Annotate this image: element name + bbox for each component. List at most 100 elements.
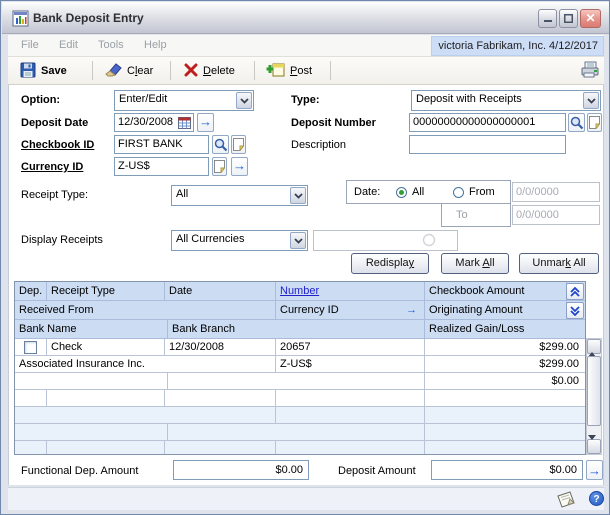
receipt-type-combo[interactable]: All <box>171 185 308 206</box>
record-row-main[interactable]: Check 12/30/2008 20657 $299.00 <box>15 339 585 356</box>
menu-tools[interactable]: Tools <box>98 39 124 51</box>
print-button[interactable] <box>576 60 604 82</box>
user-context-bar[interactable]: victoria Fabrikam, Inc. 4/12/2017 <box>431 36 604 56</box>
save-button[interactable]: Save <box>16 60 71 82</box>
date-filter-label: Date: <box>354 186 381 198</box>
cell-originating-amount[interactable]: $299.00 <box>425 356 585 373</box>
option-combo[interactable]: Enter/Edit <box>114 90 254 111</box>
currency-note-button[interactable] <box>212 157 227 176</box>
type-combo[interactable]: Deposit with Receipts <box>411 90 601 111</box>
chevron-down-icon[interactable] <box>236 92 252 109</box>
currency-expand-button[interactable]: → <box>231 157 248 176</box>
cell-received-from[interactable]: Associated Insurance Inc. <box>15 356 276 373</box>
close-button[interactable]: ✕ <box>580 9 601 28</box>
deposit-number-note-button[interactable] <box>587 113 602 132</box>
redisplay-button[interactable]: Redisplay <box>351 253 429 274</box>
checkbook-lookup-button[interactable] <box>212 135 229 154</box>
note-icon[interactable] <box>554 490 576 512</box>
currency-id-field[interactable]: Z-US$ <box>114 157 209 176</box>
unmark-all-button[interactable]: Unmark All <box>519 253 599 274</box>
checkbook-note-button[interactable] <box>231 135 246 154</box>
deposit-number-lookup-button[interactable] <box>568 113 585 132</box>
help-icon[interactable]: ? <box>589 491 604 506</box>
cell-receipt-type[interactable]: Check <box>47 339 165 356</box>
arrow-right-icon[interactable]: → <box>406 301 417 319</box>
cell-checkbook-amount[interactable]: $299.00 <box>425 339 585 356</box>
title-bar: Bank Deposit Entry ✕ <box>2 2 609 34</box>
menu-edit[interactable]: Edit <box>59 39 78 51</box>
empty-cell <box>47 441 165 454</box>
scroll-down-button[interactable] <box>587 435 601 454</box>
magnifier-icon <box>569 116 584 130</box>
receipts-grid: Dep. Receipt Type Date Number Checkbook … <box>14 281 602 455</box>
chevron-down-icon[interactable] <box>290 232 306 249</box>
grid-header-row-2: Received From Currency ID → Originating … <box>15 301 585 320</box>
deposit-number-field[interactable]: 00000000000000000001 <box>409 113 566 132</box>
deposit-amount-field: $0.00 <box>431 460 583 480</box>
grid-body: Dep. Receipt Type Date Number Checkbook … <box>14 281 586 455</box>
empty-cell <box>276 390 425 407</box>
deposit-date-expand-button[interactable]: → <box>197 113 214 132</box>
note-icon <box>588 116 601 129</box>
empty-cell <box>168 424 425 441</box>
cell-currency-id[interactable]: Z-US$ <box>276 356 425 373</box>
menu-help[interactable]: Help <box>144 39 167 51</box>
checkbook-id-label[interactable]: Checkbook ID <box>21 139 94 151</box>
cell-realized-gain-loss[interactable]: $0.00 <box>425 373 585 390</box>
date-all-radio[interactable] <box>396 187 407 198</box>
header-number-cell: Number <box>276 282 425 301</box>
dep-checkbox[interactable] <box>24 341 37 354</box>
currency-id-label[interactable]: Currency ID <box>21 161 83 173</box>
checkbook-id-field[interactable]: FIRST BANK <box>114 135 209 154</box>
cell-number[interactable]: 20657 <box>276 339 425 356</box>
empty-cell <box>276 407 425 424</box>
header-dep: Dep. <box>15 282 47 301</box>
menu-file[interactable]: File <box>21 39 39 51</box>
header-realized-gain-loss: Realized Gain/Loss <box>425 320 585 339</box>
header-checkbook-amount: Checkbook Amount <box>425 282 567 301</box>
calendar-icon[interactable] <box>178 116 191 131</box>
record-row-detail-2[interactable]: $0.00 <box>15 373 585 390</box>
cell-bank-branch[interactable] <box>168 373 425 390</box>
functional-dep-amount-field: $0.00 <box>173 460 309 480</box>
empty-row[interactable] <box>15 390 585 407</box>
empty-row[interactable] <box>15 441 585 454</box>
header-originating-amount: Originating Amount <box>425 301 567 320</box>
deposit-number-label: Deposit Number <box>291 117 376 129</box>
deposit-amount-expand-button[interactable]: → <box>586 460 603 480</box>
expand-rows-button[interactable] <box>566 302 584 319</box>
scroll-thumb[interactable] <box>587 356 601 426</box>
deposit-date-label: Deposit Date <box>21 117 89 129</box>
minimize-button[interactable] <box>538 9 557 28</box>
clear-label: Clear <box>127 65 154 77</box>
delete-button[interactable]: Delete <box>180 60 239 82</box>
collapse-rows-button[interactable] <box>566 283 584 300</box>
delete-x-icon <box>184 63 198 80</box>
mark-all-button[interactable]: Mark All <box>441 253 509 274</box>
scroll-up-button[interactable] <box>587 339 601 357</box>
empty-cell <box>165 441 276 454</box>
empty-row[interactable] <box>15 424 585 441</box>
triangle-up-icon <box>588 340 596 357</box>
toolbar: Save Clear Delete Post <box>8 57 604 85</box>
date-from-radio[interactable] <box>453 187 464 198</box>
description-field[interactable] <box>409 135 566 154</box>
empty-row[interactable] <box>15 407 585 424</box>
post-icon <box>266 62 285 81</box>
deposit-date-field[interactable]: 12/30/2008 <box>114 113 194 132</box>
header-date: Date <box>165 282 276 301</box>
display-receipts-combo[interactable]: All Currencies <box>171 230 308 251</box>
grid-scrollbar[interactable] <box>586 338 602 455</box>
cell-bank-name[interactable] <box>15 373 168 390</box>
chevron-down-icon[interactable] <box>290 187 306 204</box>
chevron-down-icon[interactable] <box>583 92 599 109</box>
record-row-detail-1[interactable]: Associated Insurance Inc. Z-US$ $299.00 <box>15 356 585 373</box>
date-all-label[interactable]: All <box>412 186 424 198</box>
cell-date[interactable]: 12/30/2008 <box>165 339 276 356</box>
header-number-link[interactable]: Number <box>280 285 319 297</box>
clear-button[interactable]: Clear <box>100 60 157 82</box>
window-title: Bank Deposit Entry <box>33 11 144 25</box>
post-button[interactable]: Post <box>262 60 316 82</box>
date-from-label[interactable]: From <box>469 186 495 198</box>
maximize-button[interactable] <box>559 9 578 28</box>
